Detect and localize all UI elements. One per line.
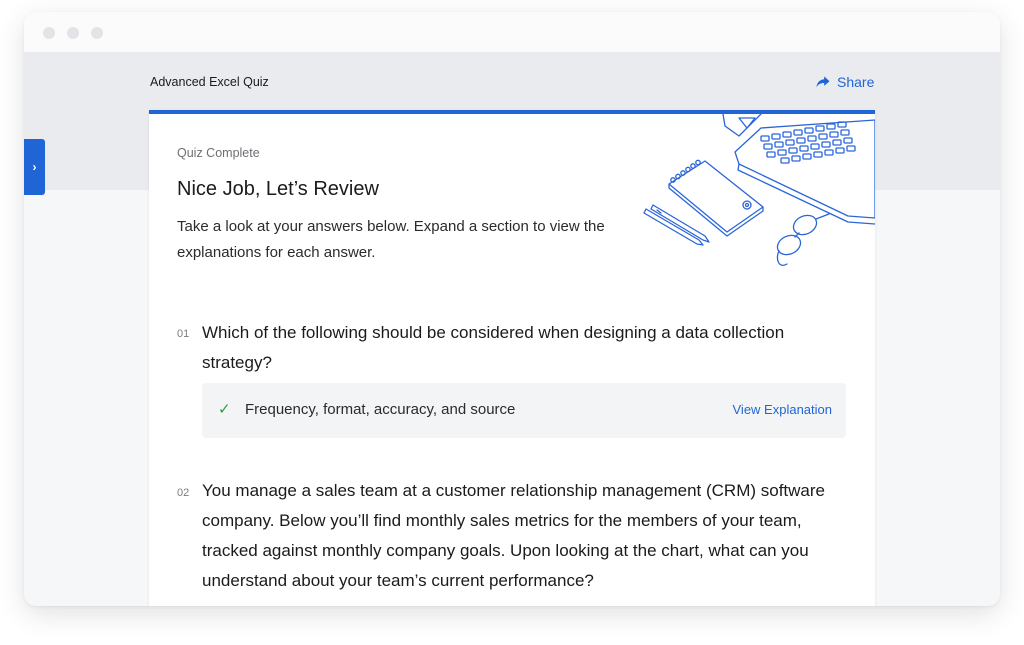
answer-row[interactable]: ✓ Frequency, format, accuracy, and sourc…: [202, 383, 846, 438]
window-minimize-dot[interactable]: [67, 27, 79, 39]
checkmark-icon: ✓: [218, 401, 231, 418]
window-close-dot[interactable]: [43, 27, 55, 39]
quiz-review-card: Quiz Complete Nice Job, Let’s Review Tak…: [149, 110, 875, 606]
laptop-notebook-glasses-illustration: [643, 114, 875, 266]
question-number: 01: [177, 328, 190, 340]
question-text: Which of the following should be conside…: [202, 323, 785, 372]
question-text: You manage a sales team at a customer re…: [202, 481, 826, 590]
question-number: 02: [177, 487, 190, 499]
view-explanation-link[interactable]: View Explanation: [733, 402, 833, 417]
quiz-status: Quiz Complete: [177, 146, 260, 160]
share-label: Share: [837, 74, 875, 90]
quiz-title: Advanced Excel Quiz: [150, 75, 269, 89]
review-intro: Take a look at your answers below. Expan…: [177, 218, 605, 261]
share-arrow-icon: [816, 76, 830, 88]
browser-window: › Advanced Excel Quiz Share Quiz Complet…: [24, 12, 1000, 606]
window-maximize-dot[interactable]: [91, 27, 103, 39]
window-titlebar: [24, 12, 1000, 52]
answer-text: Frequency, format, accuracy, and source: [245, 401, 516, 418]
review-heading: Nice Job, Let’s Review: [177, 178, 379, 200]
share-button[interactable]: Share: [816, 74, 874, 90]
sidebar-toggle-button[interactable]: ›: [24, 139, 45, 195]
chevron-right-icon: ›: [32, 160, 37, 174]
